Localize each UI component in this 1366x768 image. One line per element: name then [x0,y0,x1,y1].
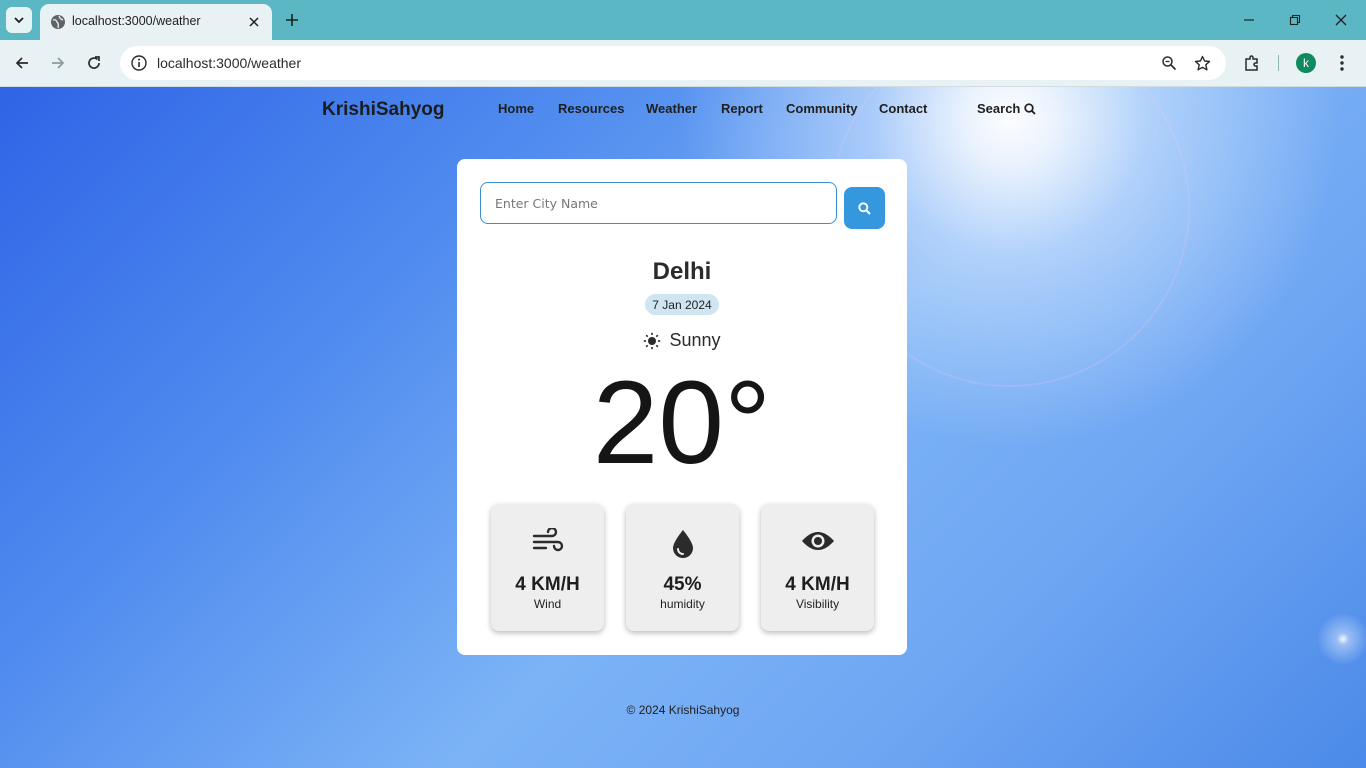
url-text: localhost:3000/weather [157,55,301,71]
address-bar[interactable]: localhost:3000/weather [120,46,1226,80]
visibility-label: Visibility [795,597,840,611]
profile-avatar[interactable]: k [1296,53,1316,73]
forward-button[interactable] [45,50,71,76]
close-icon [249,17,259,27]
minimize-icon [1244,19,1254,21]
city-search-button[interactable] [844,187,885,229]
bookmark-button[interactable] [1190,51,1214,75]
condition-label: Sunny [669,330,721,350]
city-search-input[interactable] [480,182,837,224]
city-name: Delhi [652,258,712,285]
tab-close-button[interactable] [244,12,264,32]
eye-icon [761,528,874,554]
search-icon [858,201,871,215]
close-window-button[interactable] [1327,8,1355,32]
tab-search-button[interactable] [6,7,32,33]
site-footer: © 2024 KrishiSahyog [626,703,740,717]
zoom-button[interactable] [1157,51,1181,75]
wind-value: 4 KM/H [515,574,580,595]
nav-link-home[interactable]: Home [498,101,534,116]
extensions-button[interactable] [1239,50,1265,76]
restore-icon [1289,14,1301,26]
close-icon [1335,14,1347,26]
tune-icon [131,55,147,71]
humidity-stat-card: 45% humidity [626,504,739,631]
reload-button[interactable] [81,50,107,76]
browser-tab-strip: localhost:3000/weather [0,0,1366,40]
wind-icon [491,528,604,554]
site-info-button[interactable] [126,50,152,76]
back-button[interactable] [9,50,35,76]
toolbar-divider [1278,55,1279,71]
nav-search-label: Search [977,101,1021,116]
browser-menu-button[interactable] [1329,50,1355,76]
wind-label: Wind [533,597,562,611]
visibility-stat-card: 4 KM/H Visibility [761,504,874,631]
browser-toolbar: localhost:3000/weather k [0,40,1366,87]
page-viewport: KrishiSahyog Home Resources Weather Repo… [0,87,1366,768]
globe-icon [51,15,65,29]
tab-title: localhost:3000/weather [72,14,201,28]
site-navbar: KrishiSahyog Home Resources Weather Repo… [0,87,1366,131]
brand-logo[interactable]: KrishiSahyog [322,99,444,121]
chevron-down-icon [14,17,24,24]
zoom-icon [1162,56,1177,71]
nav-link-weather[interactable]: Weather [646,101,697,116]
weather-condition: Sunny [457,330,907,351]
date-badge: 7 Jan 2024 [645,294,719,315]
humidity-label: humidity [660,597,705,611]
wind-stat-card: 4 KM/H Wind [491,504,604,631]
arrow-right-icon [52,57,65,69]
nav-link-community[interactable]: Community [786,101,858,116]
star-icon [1194,55,1210,70]
puzzle-icon [1245,55,1258,71]
temperature-value: 20° [592,357,772,489]
nav-link-report[interactable]: Report [721,101,763,116]
nav-search-button[interactable]: Search [977,101,1037,116]
restore-button[interactable] [1281,8,1309,32]
kebab-menu-icon [1340,55,1344,71]
reload-icon [88,56,100,69]
weather-card: Delhi 7 Jan 2024 Sunny 20° 4 KM/H [457,159,907,655]
new-tab-button[interactable] [280,8,304,32]
visibility-value: 4 KM/H [785,574,850,595]
search-icon [1024,102,1037,115]
plus-icon [286,14,298,26]
nav-link-contact[interactable]: Contact [879,101,927,116]
arrow-left-icon [15,57,28,69]
minimize-button[interactable] [1235,8,1263,32]
humidity-value: 45% [663,574,702,595]
water-drop-icon [626,528,739,560]
browser-tab[interactable]: localhost:3000/weather [40,4,272,40]
nav-link-resources[interactable]: Resources [558,101,624,116]
sun-icon [644,332,661,349]
